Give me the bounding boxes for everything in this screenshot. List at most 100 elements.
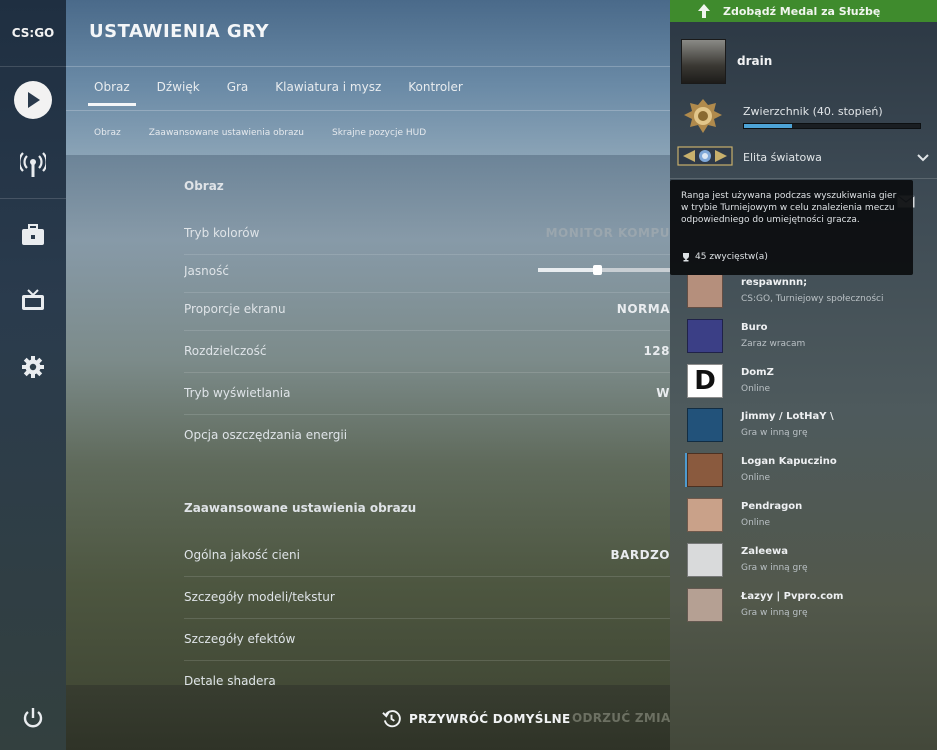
sub-tabs: Obraz Zaawansowane ustawienia obrazu Skr… — [94, 128, 454, 138]
avatar: D — [687, 364, 723, 398]
setting-value[interactable]: 128 — [643, 344, 670, 358]
power-icon — [23, 708, 43, 728]
main-tabs: Obraz Dźwięk Gra Klawiatura i mysz Kontr… — [88, 80, 490, 106]
friend-name: Logan Kapuczino — [741, 456, 837, 467]
friend-status: CS:GO, Turniejowy społeczności — [741, 294, 884, 304]
brightness-slider[interactable] — [538, 265, 670, 275]
chevron-down-icon[interactable] — [916, 151, 930, 165]
wins-count: 45 zwycięstw(a) — [695, 252, 768, 262]
setting-label: Detale shadera — [184, 674, 276, 685]
history-icon — [382, 710, 401, 728]
profile-name[interactable]: drain — [737, 54, 772, 68]
play-button[interactable] — [0, 70, 66, 130]
settings-button[interactable] — [0, 337, 66, 397]
restore-defaults-label: PRZYWRÓĆ DOMYŚLNE — [409, 711, 571, 726]
friend-item[interactable]: Pendragon Online — [670, 494, 937, 538]
friend-item[interactable]: D DomZ Online — [670, 360, 937, 404]
inventory-button[interactable] — [0, 205, 66, 265]
setting-value[interactable]: BARDZO — [610, 548, 670, 562]
skill-group-emblem-icon — [677, 146, 733, 166]
friend-name: Jimmy / LotHaY \ — [741, 411, 834, 422]
xp-progress-fill — [744, 124, 792, 128]
subtab-hud[interactable]: Skrajne pozycje HUD — [332, 128, 426, 138]
tab-klawiatura-i-mysz[interactable]: Klawiatura i mysz — [275, 80, 381, 106]
broadcast-icon — [20, 152, 46, 177]
tab-gra[interactable]: Gra — [227, 80, 249, 106]
section-title-obraz: Obraz — [184, 179, 224, 193]
service-medal-banner[interactable]: Zdobądź Medal za Służbę — [670, 0, 937, 22]
avatar — [687, 543, 723, 577]
friend-item[interactable]: Zaleewa Gra w inną grę — [670, 539, 937, 583]
friend-item[interactable]: Logan Kapuczino Online — [670, 449, 937, 493]
setting-row-model-texture-detail[interactable]: Szczegóły modeli/tekstur — [184, 577, 670, 619]
setting-label: Proporcje ekranu — [184, 302, 286, 316]
logo-text: CS:GO — [11, 26, 55, 40]
setting-label: Ogólna jakość cieni — [184, 548, 300, 562]
setting-row-effect-detail[interactable]: Szczegóły efektów — [184, 619, 670, 661]
tab-obraz[interactable]: Obraz — [88, 80, 136, 106]
subtab-obraz[interactable]: Obraz — [94, 128, 121, 138]
skill-group-name[interactable]: Elita światowa — [743, 151, 822, 164]
friend-item[interactable]: Buro Zaraz wracam — [670, 315, 937, 359]
tv-icon — [22, 289, 44, 310]
settings-footer: PRZYWRÓĆ DOMYŚLNE ODRZUĆ ZMIANY — [66, 685, 690, 750]
rank-tooltip: Ranga jest używana podczas wyszukiwania … — [670, 180, 913, 275]
briefcase-icon — [22, 224, 44, 245]
setting-row-aspect-ratio[interactable]: Proporcje ekranu NORMA — [184, 289, 670, 331]
csgo-logo[interactable]: CS:GO — [0, 0, 66, 66]
setting-label: Tryb wyświetlania — [184, 386, 291, 400]
avatar[interactable] — [681, 39, 726, 84]
setting-row-display-mode[interactable]: Tryb wyświetlania W — [184, 373, 670, 415]
setting-row-shadow-quality[interactable]: Ogólna jakość cieni BARDZO — [184, 535, 670, 577]
avatar — [687, 274, 723, 308]
setting-value[interactable]: MONITOR KOMPU — [546, 226, 670, 240]
friend-name: Pendragon — [741, 501, 803, 512]
restore-defaults-button[interactable]: PRZYWRÓĆ DOMYŚLNE — [382, 709, 571, 728]
power-button[interactable] — [0, 688, 66, 748]
friend-item[interactable]: Jimmy / LotHaY \ Gra w inną grę — [670, 404, 937, 448]
tab-kontroler[interactable]: Kontroler — [408, 80, 463, 106]
play-icon — [14, 81, 52, 119]
header-divider — [66, 66, 670, 67]
setting-value[interactable]: NORMA — [617, 302, 670, 316]
friends-panel: Zdobądź Medal za Służbę drain Zwierzchni… — [670, 0, 937, 750]
setting-row-resolution[interactable]: Rozdzielczość 128 — [184, 331, 670, 373]
setting-label: Jasność — [184, 264, 229, 278]
avatar — [687, 588, 723, 622]
friend-status: Zaraz wracam — [741, 339, 806, 349]
avatar — [687, 408, 723, 442]
avatar — [687, 319, 723, 353]
nav-divider — [0, 66, 66, 67]
setting-value[interactable]: W — [656, 386, 670, 400]
setting-row-power-saving[interactable]: Opcja oszczędzania energii — [184, 415, 670, 457]
xp-progress-bar — [743, 123, 921, 129]
service-medal-label: Zdobądź Medal za Służbę — [723, 4, 881, 18]
friend-item[interactable]: respawnnn; CS:GO, Turniejowy społecznośc… — [670, 270, 937, 314]
nav-divider — [0, 198, 66, 199]
setting-label: Szczegóły efektów — [184, 632, 296, 646]
broadcast-button[interactable] — [0, 135, 66, 195]
friend-status: Gra w inną grę — [741, 428, 808, 438]
tab-dzwiek[interactable]: Dźwięk — [157, 80, 200, 106]
setting-label: Opcja oszczędzania energii — [184, 428, 348, 442]
friend-status: Gra w inną grę — [741, 608, 808, 618]
setting-row-color-mode[interactable]: Tryb kolorów MONITOR KOMPU — [184, 213, 670, 255]
setting-label: Rozdzielczość — [184, 344, 267, 358]
arrow-up-icon — [698, 4, 710, 18]
trophy-icon — [683, 253, 689, 262]
slider-handle[interactable] — [593, 265, 603, 275]
friend-status: Online — [741, 384, 771, 394]
setting-row-shader-detail[interactable]: Detale shadera — [184, 661, 670, 685]
friend-item[interactable]: Łazyy | Pvpro.com Gra w inną grę — [670, 584, 937, 628]
tabs-divider — [66, 110, 670, 111]
avatar — [687, 453, 723, 487]
friend-name: Zaleewa — [741, 546, 788, 557]
watch-button[interactable] — [0, 270, 66, 330]
friend-status: Gra w inną grę — [741, 563, 808, 573]
gear-icon — [22, 356, 44, 378]
setting-label: Tryb kolorów — [184, 226, 260, 240]
section-title-advanced: Zaawansowane ustawienia obrazu — [184, 501, 417, 515]
friend-status: Online — [741, 518, 771, 528]
subtab-zaawansowane[interactable]: Zaawansowane ustawienia obrazu — [149, 128, 304, 138]
friend-name: Łazyy | Pvpro.com — [741, 591, 844, 602]
